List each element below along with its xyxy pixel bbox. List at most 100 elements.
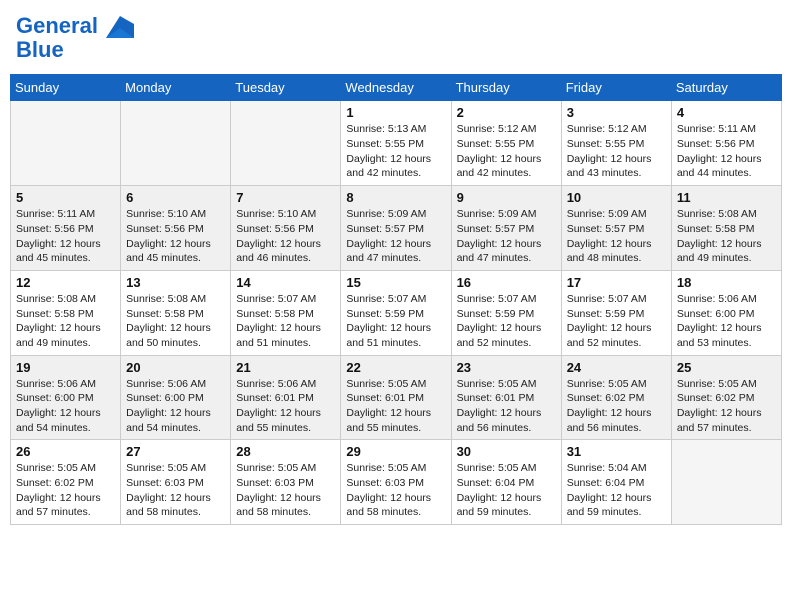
calendar-cell: 9Sunrise: 5:09 AMSunset: 5:57 PMDaylight…: [451, 186, 561, 271]
day-info: Sunrise: 5:09 AMSunset: 5:57 PMDaylight:…: [457, 207, 556, 266]
calendar-cell: 5 Sunrise: 5:11 AMSunset: 5:56 PMDaylight…: [11, 186, 121, 271]
logo-blue: Blue: [16, 38, 134, 62]
day-info: Sunrise: 5:10 AMSunset: 5:56 PMDaylight:…: [126, 207, 225, 266]
calendar-cell: 21Sunrise: 5:06 AMSunset: 6:01 PMDayligh…: [231, 355, 341, 440]
day-number: 29: [346, 444, 445, 459]
day-info: Sunrise: 5:05 AMSunset: 6:02 PMDaylight:…: [16, 461, 115, 520]
weekday-header: Wednesday: [341, 75, 451, 101]
calendar-cell: 26 Sunrise: 5:05 AMSunset: 6:02 PMDayligh…: [11, 440, 121, 525]
weekday-header: Sunday: [11, 75, 121, 101]
calendar-cell: 30 Sunrise: 5:05 AMSunset: 6:04 PMDayligh…: [451, 440, 561, 525]
day-number: 13: [126, 275, 225, 290]
calendar-cell: 28 Sunrise: 5:05 AMSunset: 6:03 PMDayligh…: [231, 440, 341, 525]
calendar-cell: 29 Sunrise: 5:05 AMSunset: 6:03 PMDayligh…: [341, 440, 451, 525]
calendar-cell: 23 Sunrise: 5:05 AMSunset: 6:01 PMDayligh…: [451, 355, 561, 440]
day-info: Sunrise: 5:08 AMSunset: 5:58 PMDaylight:…: [16, 292, 115, 351]
weekday-header: Monday: [121, 75, 231, 101]
calendar-cell: 25 Sunrise: 5:05 AMSunset: 6:02 PMDayligh…: [671, 355, 781, 440]
day-number: 17: [567, 275, 666, 290]
day-info: Sunrise: 5:06 AMSunset: 6:00 PMDaylight:…: [126, 377, 225, 436]
day-number: 27: [126, 444, 225, 459]
day-info: Sunrise: 5:07 AMSunset: 5:59 PMDaylight:…: [457, 292, 556, 351]
calendar-cell: 4 Sunrise: 5:11 AMSunset: 5:56 PMDaylight…: [671, 101, 781, 186]
day-info: Sunrise: 5:08 AMSunset: 5:58 PMDaylight:…: [677, 207, 776, 266]
calendar-cell: 31Sunrise: 5:04 AMSunset: 6:04 PMDayligh…: [561, 440, 671, 525]
day-number: 21: [236, 360, 335, 375]
page-header: General Blue: [10, 10, 782, 66]
day-number: 28: [236, 444, 335, 459]
day-number: 30: [457, 444, 556, 459]
day-info: Sunrise: 5:12 AMSunset: 5:55 PMDaylight:…: [457, 122, 556, 181]
calendar-cell: 10 Sunrise: 5:09 AMSunset: 5:57 PMDayligh…: [561, 186, 671, 271]
day-number: 15: [346, 275, 445, 290]
logo-text: General: [16, 14, 134, 38]
calendar-cell: [231, 101, 341, 186]
weekday-header: Thursday: [451, 75, 561, 101]
day-number: 18: [677, 275, 776, 290]
day-info: Sunrise: 5:09 AMSunset: 5:57 PMDaylight:…: [567, 207, 666, 266]
day-info: Sunrise: 5:05 AMSunset: 6:01 PMDaylight:…: [457, 377, 556, 436]
day-info: Sunrise: 5:10 AMSunset: 5:56 PMDaylight:…: [236, 207, 335, 266]
calendar-table: SundayMondayTuesdayWednesdayThursdayFrid…: [10, 74, 782, 525]
day-info: Sunrise: 5:08 AMSunset: 5:58 PMDaylight:…: [126, 292, 225, 351]
calendar-cell: 1Sunrise: 5:13 AMSunset: 5:55 PMDaylight…: [341, 101, 451, 186]
day-number: 8: [346, 190, 445, 205]
day-number: 4: [677, 105, 776, 120]
calendar-cell: 15 Sunrise: 5:07 AMSunset: 5:59 PMDayligh…: [341, 270, 451, 355]
day-info: Sunrise: 5:05 AMSunset: 6:01 PMDaylight:…: [346, 377, 445, 436]
day-number: 16: [457, 275, 556, 290]
day-info: Sunrise: 5:07 AMSunset: 5:59 PMDaylight:…: [567, 292, 666, 351]
calendar-cell: 27 Sunrise: 5:05 AMSunset: 6:03 PMDayligh…: [121, 440, 231, 525]
weekday-header: Tuesday: [231, 75, 341, 101]
calendar-cell: 20 Sunrise: 5:06 AMSunset: 6:00 PMDayligh…: [121, 355, 231, 440]
calendar-cell: 2 Sunrise: 5:12 AMSunset: 5:55 PMDaylight…: [451, 101, 561, 186]
day-number: 3: [567, 105, 666, 120]
day-info: Sunrise: 5:05 AMSunset: 6:03 PMDaylight:…: [346, 461, 445, 520]
day-number: 19: [16, 360, 115, 375]
day-info: Sunrise: 5:09 AMSunset: 5:57 PMDaylight:…: [346, 207, 445, 266]
day-number: 11: [677, 190, 776, 205]
day-info: Sunrise: 5:12 AMSunset: 5:55 PMDaylight:…: [567, 122, 666, 181]
calendar-cell: 14 Sunrise: 5:07 AMSunset: 5:58 PMDayligh…: [231, 270, 341, 355]
day-number: 2: [457, 105, 556, 120]
day-info: Sunrise: 5:05 AMSunset: 6:02 PMDaylight:…: [567, 377, 666, 436]
calendar-cell: [121, 101, 231, 186]
day-info: Sunrise: 5:05 AMSunset: 6:04 PMDaylight:…: [457, 461, 556, 520]
calendar-cell: 17 Sunrise: 5:07 AMSunset: 5:59 PMDayligh…: [561, 270, 671, 355]
day-info: Sunrise: 5:05 AMSunset: 6:03 PMDaylight:…: [126, 461, 225, 520]
day-number: 7: [236, 190, 335, 205]
weekday-header: Saturday: [671, 75, 781, 101]
calendar-cell: 18 Sunrise: 5:06 AMSunset: 6:00 PMDayligh…: [671, 270, 781, 355]
weekday-header: Friday: [561, 75, 671, 101]
logo: General Blue: [16, 14, 134, 62]
calendar-cell: 11 Sunrise: 5:08 AMSunset: 5:58 PMDayligh…: [671, 186, 781, 271]
day-number: 31: [567, 444, 666, 459]
calendar-cell: 3 Sunrise: 5:12 AMSunset: 5:55 PMDaylight…: [561, 101, 671, 186]
day-info: Sunrise: 5:13 AMSunset: 5:55 PMDaylight:…: [346, 122, 445, 181]
calendar-cell: 19 Sunrise: 5:06 AMSunset: 6:00 PMDayligh…: [11, 355, 121, 440]
day-info: Sunrise: 5:05 AMSunset: 6:03 PMDaylight:…: [236, 461, 335, 520]
day-number: 5: [16, 190, 115, 205]
day-number: 25: [677, 360, 776, 375]
day-number: 20: [126, 360, 225, 375]
day-info: Sunrise: 5:11 AMSunset: 5:56 PMDaylight:…: [677, 122, 776, 181]
day-number: 10: [567, 190, 666, 205]
day-number: 26: [16, 444, 115, 459]
day-info: Sunrise: 5:06 AMSunset: 6:00 PMDaylight:…: [16, 377, 115, 436]
calendar-cell: 6Sunrise: 5:10 AMSunset: 5:56 PMDaylight…: [121, 186, 231, 271]
day-number: 22: [346, 360, 445, 375]
day-number: 23: [457, 360, 556, 375]
calendar-cell: [11, 101, 121, 186]
day-info: Sunrise: 5:07 AMSunset: 5:59 PMDaylight:…: [346, 292, 445, 351]
day-info: Sunrise: 5:06 AMSunset: 6:00 PMDaylight:…: [677, 292, 776, 351]
day-number: 12: [16, 275, 115, 290]
calendar-cell: 24Sunrise: 5:05 AMSunset: 6:02 PMDayligh…: [561, 355, 671, 440]
day-number: 14: [236, 275, 335, 290]
calendar-cell: [671, 440, 781, 525]
calendar-cell: 16 Sunrise: 5:07 AMSunset: 5:59 PMDayligh…: [451, 270, 561, 355]
calendar-cell: 12 Sunrise: 5:08 AMSunset: 5:58 PMDayligh…: [11, 270, 121, 355]
calendar-cell: 8 Sunrise: 5:09 AMSunset: 5:57 PMDaylight…: [341, 186, 451, 271]
day-info: Sunrise: 5:05 AMSunset: 6:02 PMDaylight:…: [677, 377, 776, 436]
day-info: Sunrise: 5:07 AMSunset: 5:58 PMDaylight:…: [236, 292, 335, 351]
day-info: Sunrise: 5:11 AMSunset: 5:56 PMDaylight:…: [16, 207, 115, 266]
